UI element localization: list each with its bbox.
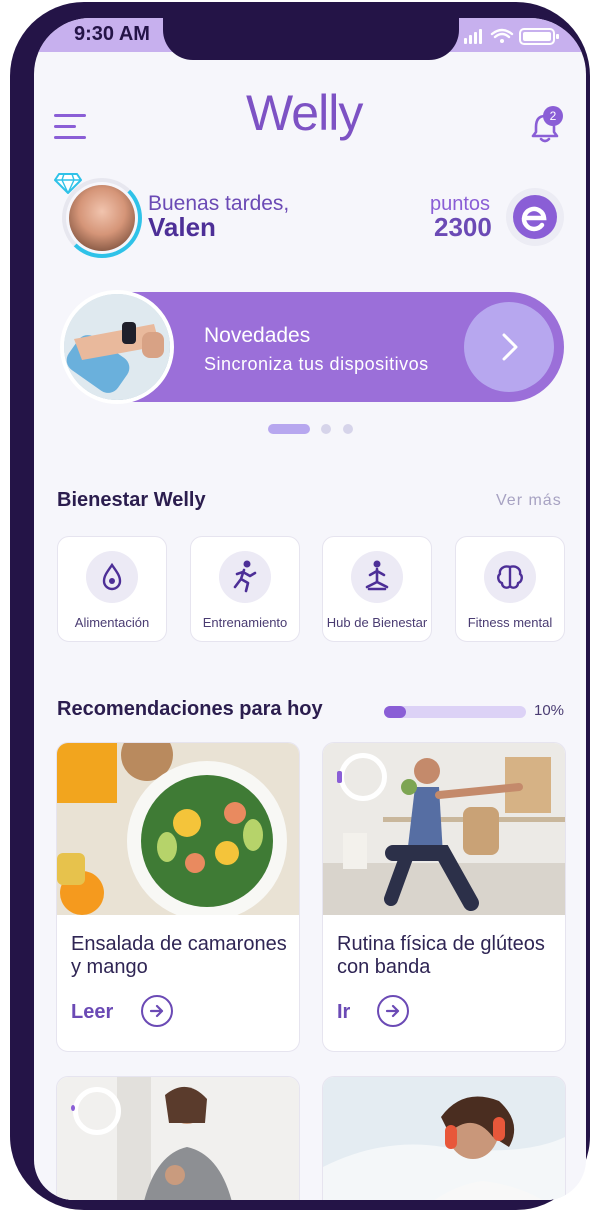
carousel-dot[interactable] [343,424,353,434]
arrow-right-icon[interactable] [377,995,409,1027]
recommendation-card-breathing[interactable] [56,1076,300,1200]
avatar[interactable] [69,185,135,251]
daily-progress-bar [384,706,526,718]
see-more-link[interactable]: Ver más [496,492,562,510]
welly-points-icon [513,195,557,239]
recommendation-card-salad[interactable]: Ensalada de camarones y mango Leer [56,742,300,1052]
menu-icon[interactable] [54,114,86,140]
recommendation-card-workout[interactable]: Rutina física de glúteos con banda Ir [322,742,566,1052]
progress-ring [73,1087,121,1135]
category-wellness-hub[interactable]: Hub de Bienestar [322,536,432,642]
meditation-icon [351,551,403,603]
user-name: Valen [148,212,216,242]
notification-badge: 2 [543,106,563,126]
screen: 9:30 AM Welly 2 Buenas tardes, Valen pun… [34,18,586,1200]
card-action-label[interactable]: Leer [71,1001,113,1024]
carousel-dot[interactable] [321,424,331,434]
daily-progress-label: 10% [534,702,565,719]
status-icons [464,28,559,45]
salad-photo [57,743,299,915]
drop-icon [86,551,138,603]
category-label: Fitness mental [467,615,553,630]
banner-next-button[interactable] [464,302,554,392]
notch [163,18,459,60]
recommendations-title: Recomendaciones para hoy [57,698,323,720]
status-time: 9:30 AM [74,23,150,45]
relaxing-music-photo [323,1077,565,1200]
progress-ring-mark [71,1105,75,1111]
banner-image [60,290,174,404]
progress-ring-mark [337,771,342,783]
wifi-icon [490,28,514,43]
diamond-icon [54,173,82,194]
wellness-section-title: Bienestar Welly [57,489,206,511]
category-training[interactable]: Entrenamiento [190,536,300,642]
card-title: Rutina física de glúteos con banda [337,933,545,978]
banner-subtitle: Sincroniza tus dispositivos [204,354,429,374]
category-label: Alimentación [74,615,150,630]
card-title: Ensalada de camarones y mango [71,933,287,978]
running-person-icon [219,551,271,603]
chevron-right-icon [502,333,518,361]
signal-icon [464,29,482,44]
brain-icon [484,551,536,603]
card-action-label[interactable]: Ir [337,1001,350,1024]
points-badge[interactable] [506,188,564,246]
app-logo: Welly [246,85,363,141]
category-label: Hub de Bienestar [326,615,428,630]
category-label: Entrenamiento [202,615,288,630]
smartwatch-photo [64,294,170,400]
points-value: 2300 [434,212,492,242]
carousel-dot-active[interactable] [268,424,310,434]
phone-frame: 9:30 AM Welly 2 Buenas tardes, Valen pun… [10,2,590,1210]
recommendation-card-relax[interactable] [322,1076,566,1200]
category-mental-fitness[interactable]: Fitness mental [455,536,565,642]
progress-ring [339,753,387,801]
arrow-right-icon[interactable] [141,995,173,1027]
category-nutrition[interactable]: Alimentación [57,536,167,642]
daily-progress-fill [384,706,406,718]
banner-title: Novedades [204,324,311,347]
battery-icon [519,28,559,45]
